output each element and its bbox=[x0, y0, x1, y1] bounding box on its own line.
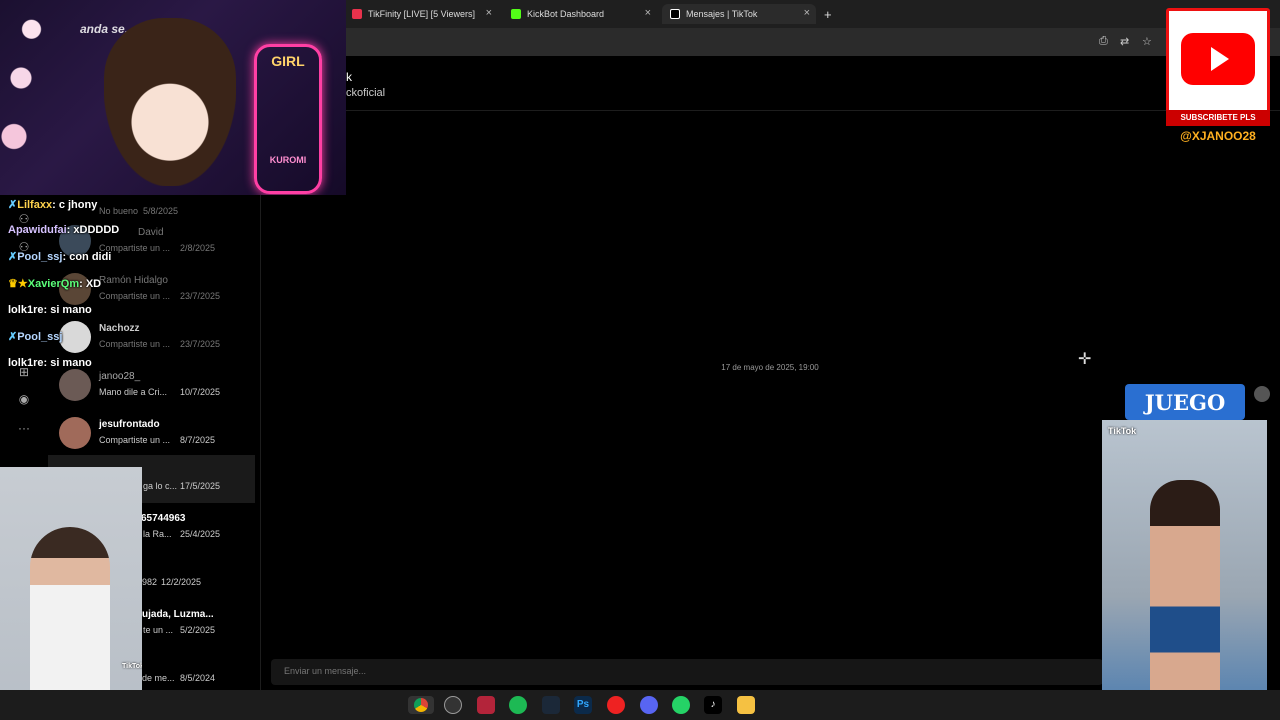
tikfinity-icon[interactable] bbox=[477, 696, 495, 714]
close-icon[interactable]: × bbox=[804, 7, 810, 19]
tiktok-icon bbox=[670, 9, 680, 19]
install-icon[interactable]: ⎙ bbox=[1099, 35, 1108, 48]
avatar bbox=[59, 417, 91, 449]
juego-text: JUEGO bbox=[1144, 390, 1226, 415]
tab-label: Mensajes | TikTok bbox=[686, 9, 758, 19]
message-date: 8/5/2024 bbox=[180, 673, 216, 683]
tiktok-video-overlay: TikTok bbox=[0, 467, 142, 720]
message-date: 25/4/2025 bbox=[180, 529, 221, 539]
chat-username: Pool_ssj bbox=[17, 251, 63, 263]
message-timestamp: 17 de mayo de 2025, 19:00 bbox=[721, 363, 819, 372]
channel-handle: @XJANOO28 bbox=[1180, 129, 1256, 143]
message-date: 12/2/2025 bbox=[161, 577, 202, 587]
flowers-decoration bbox=[0, 0, 70, 195]
chat-text: si mano bbox=[50, 304, 92, 316]
stream-chat: ✗Lilfaxx: c jhony Apawidufai: xDDDDD ✗Po… bbox=[8, 198, 248, 378]
chat-message: ♛★XavierQm: XD bbox=[8, 278, 102, 290]
tiktok-watermark: TikTok bbox=[1108, 426, 1137, 436]
conversation-header bbox=[260, 56, 1280, 111]
translate-icon[interactable]: ⇄ bbox=[1120, 35, 1129, 48]
chat-text: con didi bbox=[69, 251, 112, 263]
chat-message: ✗Pool_ssj: con didi bbox=[8, 251, 112, 263]
contact-name: ujada, Luzma... bbox=[142, 609, 214, 620]
chat-username: Lilfaxx bbox=[17, 199, 53, 211]
sword-icon: ✗ bbox=[8, 199, 18, 211]
tab-tikfinity[interactable]: TikFinity [LIVE] [5 Viewers] × bbox=[344, 4, 498, 24]
chat-username: Pool_ssj bbox=[17, 331, 63, 343]
tiktok-watermark: TikTok bbox=[122, 663, 142, 670]
play-icon bbox=[1211, 47, 1229, 71]
bookmark-star-icon[interactable]: ☆ bbox=[1142, 35, 1152, 48]
conversation-name: k bbox=[346, 70, 352, 84]
chat-message: lolk1re: si mano bbox=[8, 304, 92, 316]
subscribe-label: SUBSCRIBETE PLS bbox=[1166, 110, 1270, 126]
chat-text: si mano bbox=[50, 357, 92, 369]
message-date: 17/5/2025 bbox=[180, 481, 221, 491]
crosshair-cursor-icon: ✛ bbox=[1078, 351, 1092, 368]
message-preview: la Ra... bbox=[143, 529, 172, 539]
contact-name: jesufrontado bbox=[99, 419, 160, 430]
list-item[interactable]: jesufrontado Compartiste un ... 8/7/2025 bbox=[48, 409, 255, 457]
person-figure bbox=[1150, 480, 1220, 710]
chat-username: lolk1re bbox=[8, 304, 44, 316]
discord-icon[interactable] bbox=[640, 696, 658, 714]
sign-text: GIRL bbox=[271, 53, 305, 69]
chat-username: lolk1re bbox=[8, 357, 44, 369]
photoshop-icon[interactable]: Ps bbox=[574, 696, 592, 714]
youtube-subscribe-overlay bbox=[1166, 8, 1270, 126]
tiktok-icon[interactable]: ♪ bbox=[704, 696, 722, 714]
spotify-icon[interactable] bbox=[509, 696, 527, 714]
tikfinity-icon bbox=[352, 9, 362, 19]
divider bbox=[260, 111, 261, 691]
sword-icon: ✗ bbox=[8, 251, 18, 263]
chat-text: c jhony bbox=[58, 199, 98, 211]
message-preview: te un ... bbox=[143, 625, 174, 635]
chrome-icon[interactable] bbox=[408, 696, 434, 714]
message-preview: 982 bbox=[142, 577, 158, 587]
message-preview: Mano dile a Cri... bbox=[99, 387, 168, 397]
webcam-overlay: anda se... GIRL KUROMI bbox=[0, 0, 346, 195]
chat-username: XavierQm bbox=[27, 278, 80, 290]
message-date: 8/7/2025 bbox=[180, 435, 216, 445]
message-preview: de me... bbox=[142, 673, 175, 683]
more-icon[interactable]: ··· bbox=[16, 421, 32, 437]
chat-message: ✗Pool_ssj bbox=[8, 330, 62, 343]
youtube-logo-icon bbox=[1181, 33, 1255, 85]
tab-kickbot[interactable]: KickBot Dashboard × bbox=[503, 4, 657, 24]
kickbot-icon bbox=[511, 9, 521, 19]
red-app-icon[interactable] bbox=[607, 696, 625, 714]
tab-label: TikFinity [LIVE] [5 Viewers] bbox=[368, 9, 476, 19]
whatsapp-icon[interactable] bbox=[672, 696, 690, 714]
new-tab-button[interactable]: + bbox=[824, 7, 832, 22]
contact-name: 65744963 bbox=[141, 513, 186, 524]
message-preview: Compartiste un ... bbox=[99, 435, 171, 445]
sign-text-kuromi: KUROMI bbox=[269, 155, 307, 165]
viewer-avatar bbox=[1254, 386, 1270, 402]
conversation-username[interactable]: ckoficial bbox=[346, 87, 385, 99]
close-icon[interactable]: × bbox=[645, 7, 651, 19]
message-input[interactable] bbox=[284, 666, 1084, 676]
file-explorer-icon[interactable] bbox=[737, 696, 755, 714]
tab-label: KickBot Dashboard bbox=[527, 9, 605, 19]
tab-tiktok-messages[interactable]: Mensajes | TikTok × bbox=[662, 4, 816, 24]
sword-icon: ✗ bbox=[8, 331, 18, 343]
chat-message: lolk1re: si mano bbox=[8, 357, 92, 369]
kuromi-sign: GIRL KUROMI bbox=[254, 44, 322, 194]
obs-icon[interactable] bbox=[444, 696, 462, 714]
crown-icon: ♛★ bbox=[8, 278, 28, 290]
chat-message: Apawidufai: xDDDDD bbox=[8, 224, 120, 236]
message-preview: ga lo c... bbox=[143, 481, 178, 491]
chat-username: Apawidufai bbox=[8, 224, 67, 236]
chat-text: xDDDDD bbox=[73, 224, 120, 236]
close-icon[interactable]: × bbox=[486, 7, 492, 19]
steam-icon[interactable] bbox=[542, 696, 560, 714]
chat-text: XD bbox=[85, 278, 102, 290]
avatar-character bbox=[104, 18, 236, 186]
profile-avatar-icon[interactable]: ◉ bbox=[16, 392, 32, 408]
message-date: 5/2/2025 bbox=[180, 625, 216, 635]
tiktok-video-overlay: TikTok bbox=[1102, 420, 1267, 714]
chat-message: ✗Lilfaxx: c jhony bbox=[8, 199, 98, 211]
message-date: 10/7/2025 bbox=[180, 387, 221, 397]
